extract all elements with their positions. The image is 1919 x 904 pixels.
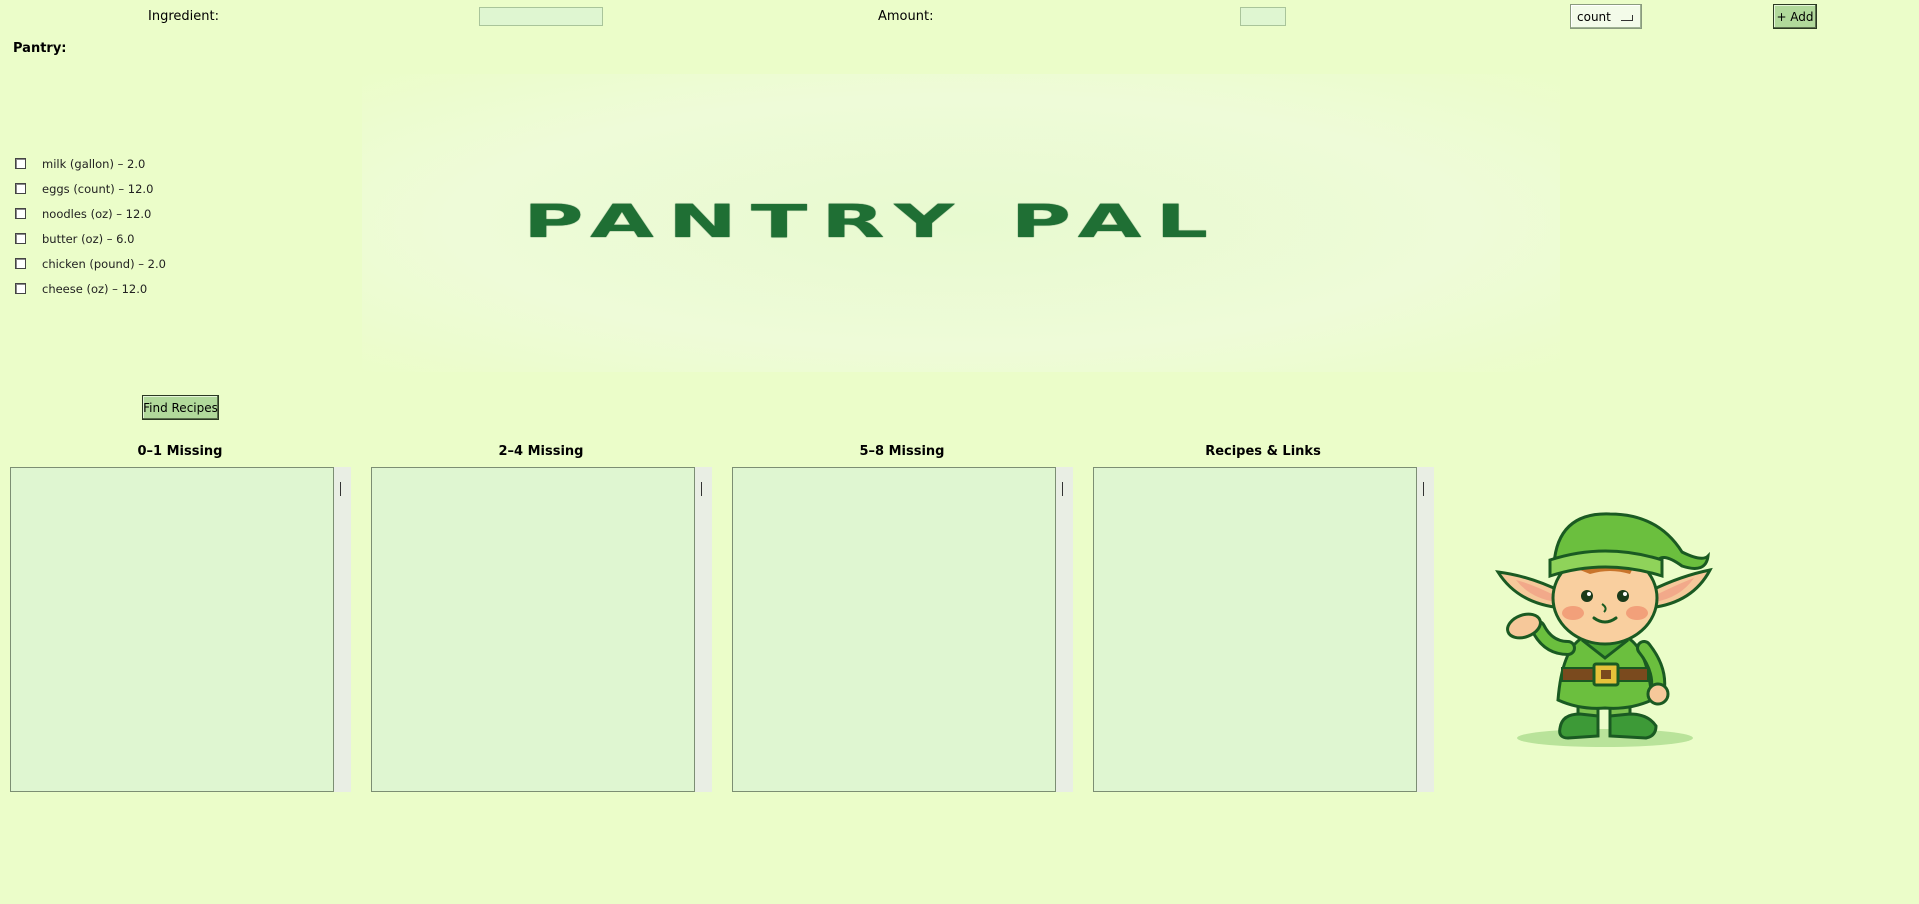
pantry-item[interactable]: eggs (count) – 12.0: [15, 176, 166, 201]
listbox-5-8-missing[interactable]: [732, 467, 1056, 792]
pantry-item-label: butter (oz) – 6.0: [42, 231, 135, 246]
pantry-item-label: eggs (count) – 12.0: [42, 181, 154, 196]
column-heading-recipes-links: Recipes & Links: [1205, 444, 1321, 459]
scrollbar-thumb[interactable]: [340, 482, 341, 496]
scrollbar-5-8-missing[interactable]: [1056, 467, 1073, 792]
pantry-item-label: milk (gallon) – 2.0: [42, 156, 146, 171]
pantry-item[interactable]: milk (gallon) – 2.0: [15, 151, 166, 176]
pantry-item-label: noodles (oz) – 12.0: [42, 206, 152, 221]
app-title: PANTRY PAL: [523, 195, 1222, 249]
pantry-item[interactable]: butter (oz) – 6.0: [15, 226, 166, 251]
pantry-item[interactable]: cheese (oz) – 12.0: [15, 276, 166, 301]
scrollbar-recipes-links[interactable]: [1417, 467, 1434, 792]
scrollbar-2-4-missing[interactable]: [695, 467, 712, 792]
pantry-item-checkbox[interactable]: [15, 233, 26, 244]
pantry-list: milk (gallon) – 2.0 eggs (count) – 12.0 …: [15, 151, 166, 301]
pantry-item[interactable]: noodles (oz) – 12.0: [15, 201, 166, 226]
column-heading-2-4-missing: 2–4 Missing: [498, 444, 584, 459]
pantry-heading: Pantry:: [13, 41, 67, 56]
column-heading-5-8-missing: 5–8 Missing: [859, 444, 945, 459]
elf-mascot-icon: [1495, 512, 1713, 747]
scrollbar-0-1-missing[interactable]: [334, 467, 351, 792]
amount-input[interactable]: [1240, 7, 1286, 26]
pantry-item-checkbox[interactable]: [15, 283, 26, 294]
column-heading-0-1-missing: 0–1 Missing: [137, 444, 223, 459]
find-recipes-button[interactable]: Find Recipes: [142, 395, 219, 420]
scrollbar-thumb[interactable]: [701, 482, 702, 496]
pantry-item[interactable]: chicken (pound) – 2.0: [15, 251, 166, 276]
ingredient-label: Ingredient:: [148, 9, 219, 24]
add-button[interactable]: + Add: [1773, 4, 1817, 29]
pantry-item-label: cheese (oz) – 12.0: [42, 281, 148, 296]
option-indicator-icon: [1621, 15, 1633, 21]
pantry-item-checkbox[interactable]: [15, 158, 26, 169]
listbox-2-4-missing[interactable]: [371, 467, 695, 792]
pantry-item-checkbox[interactable]: [15, 183, 26, 194]
scrollbar-thumb[interactable]: [1423, 482, 1424, 496]
unit-select[interactable]: count: [1570, 4, 1642, 29]
amount-label: Amount:: [878, 9, 934, 24]
unit-select-value: count: [1577, 9, 1611, 24]
ingredient-input[interactable]: [479, 7, 603, 26]
pantry-item-checkbox[interactable]: [15, 208, 26, 219]
listbox-recipes-links[interactable]: [1093, 467, 1417, 792]
listbox-0-1-missing[interactable]: [10, 467, 334, 792]
pantry-item-label: chicken (pound) – 2.0: [42, 256, 166, 271]
pantry-item-checkbox[interactable]: [15, 258, 26, 269]
scrollbar-thumb[interactable]: [1062, 482, 1063, 496]
